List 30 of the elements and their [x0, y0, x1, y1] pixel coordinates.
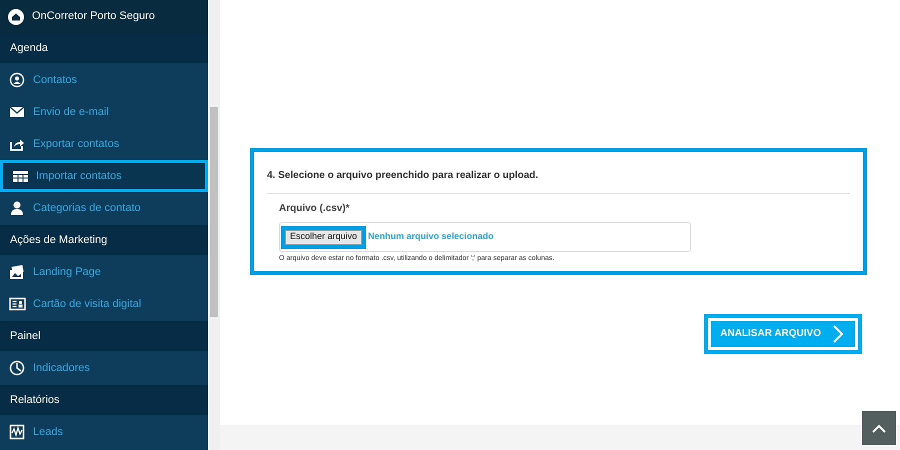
chevron-right-icon: [833, 324, 843, 342]
field-label: Arquivo (.csv)*: [279, 202, 351, 216]
sidebar-section-label: Agenda: [10, 40, 48, 56]
sidebar-item[interactable]: Cartão de visita digital: [0, 288, 208, 320]
sidebar-item[interactable]: Leads: [0, 416, 208, 448]
person-target-icon: [9, 72, 26, 88]
sidebar-item[interactable]: Indicadores: [0, 352, 208, 384]
clock-icon: [9, 360, 26, 376]
sidebar-section-label: Relatórios: [10, 392, 60, 408]
sidebar-section-label: Ações de Marketing: [10, 232, 108, 248]
line-chart-icon: [9, 424, 26, 440]
person-icon: [9, 200, 26, 216]
sidebar-item[interactable]: Landing Page: [0, 256, 208, 288]
sidebar-item[interactable]: Categorias de contato: [0, 192, 208, 224]
file-input-field[interactable]: Escolher arquivo Nenhum arquivo selecionado: [279, 222, 691, 252]
sidebar-item[interactable]: Contatos: [0, 64, 208, 96]
chevron-up-icon: [872, 424, 886, 432]
sidebar-item[interactable]: Importar contatos: [0, 160, 208, 192]
back-to-top-button[interactable]: [862, 411, 896, 445]
sidebar-section-label: Painel: [10, 328, 41, 344]
home-icon[interactable]: [8, 8, 24, 24]
id-card-icon: [9, 296, 26, 312]
sidebar-item[interactable]: Exportar contatos: [0, 128, 208, 160]
file-status-text: Nenhum arquivo selecionado: [368, 230, 494, 244]
app-title: OnCorretor Porto Seguro: [32, 9, 155, 24]
choose-file-button[interactable]: Escolher arquivo: [285, 230, 362, 244]
pictures-icon: [9, 264, 26, 280]
section-title: 4. Selecione o arquivo preenchido para realizar o upload.: [267, 170, 538, 181]
scrollbar[interactable]: [208, 0, 220, 450]
sidebar-item[interactable]: Envio de e-mail: [0, 96, 208, 128]
